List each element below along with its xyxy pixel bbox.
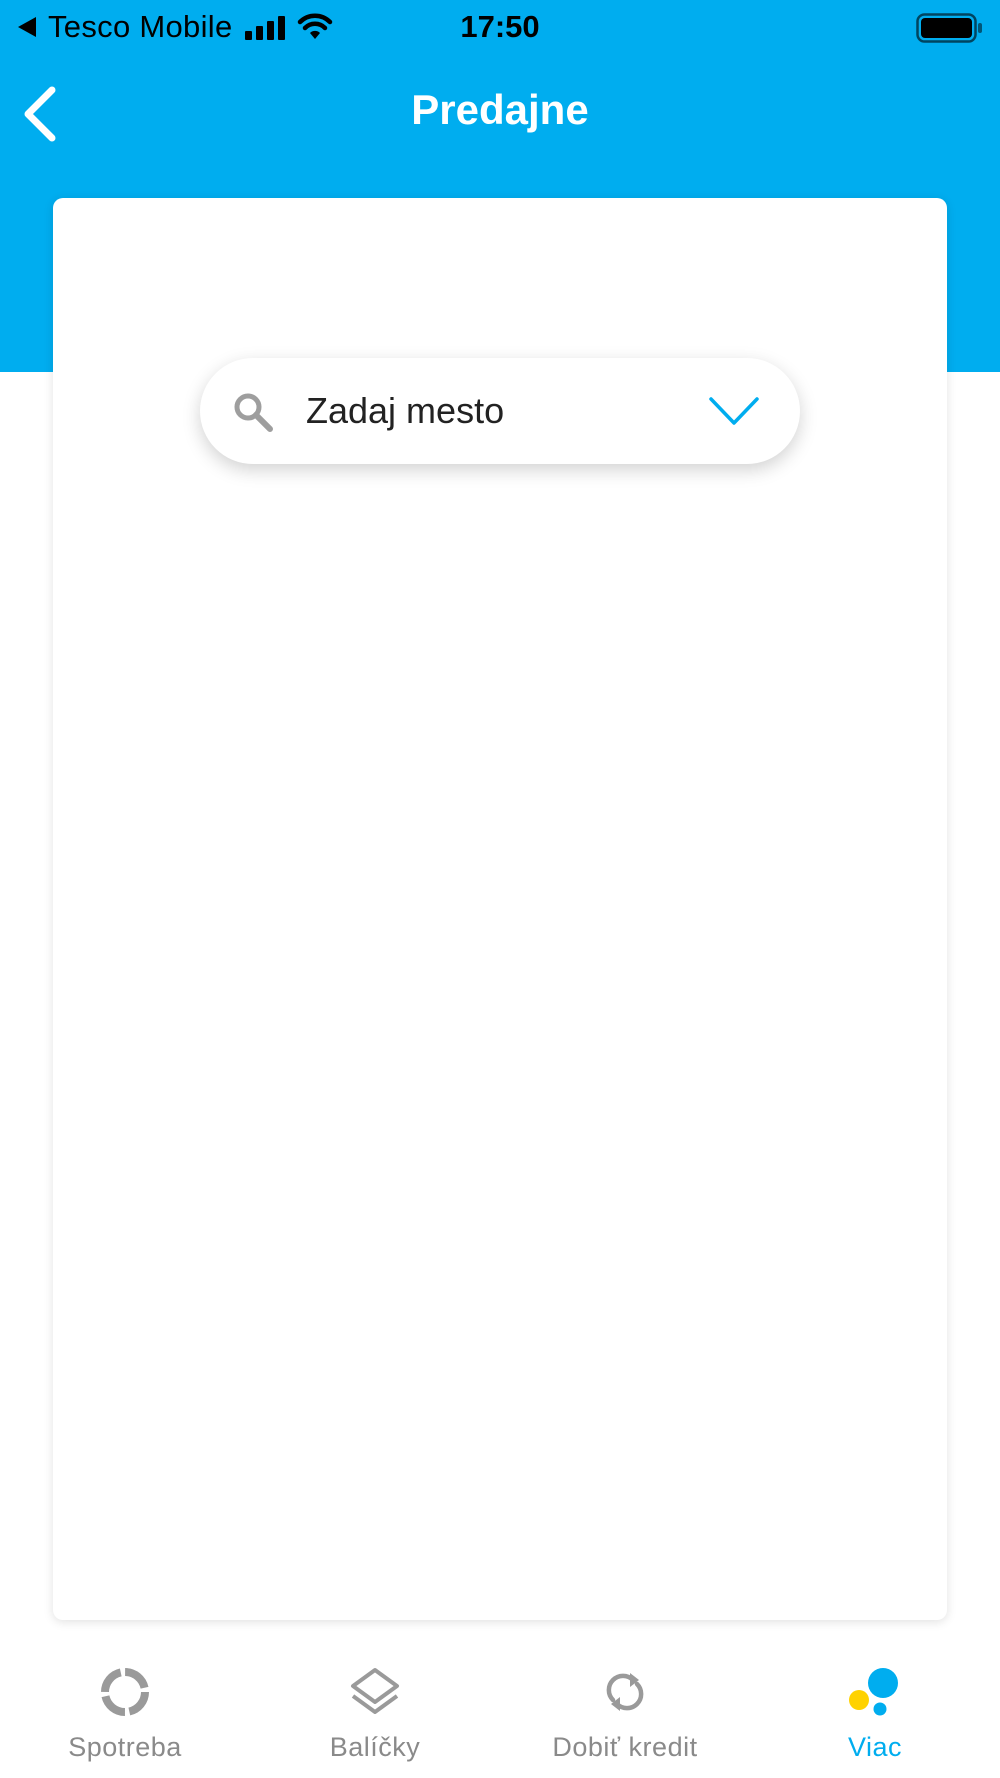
tab-balicky[interactable]: Balíčky	[250, 1640, 500, 1778]
stores-screen: Tesco Mobile 17:50 Predajne Zadaj mesto …	[0, 0, 1000, 1778]
search-icon	[234, 393, 273, 432]
tab-label: Viac	[847, 1732, 903, 1762]
tab-dobit-kredit[interactable]: Dobiť kredit	[500, 1640, 750, 1778]
usage-ring-icon	[101, 1668, 149, 1716]
tab-label: Dobiť kredit	[552, 1732, 698, 1762]
layers-icon	[351, 1668, 399, 1714]
clock: 17:50	[460, 9, 540, 44]
tab-bar: Spotreba Balíčky Dobiť kredit Viac	[0, 1640, 1000, 1778]
status-bar: Tesco Mobile 17:50	[0, 0, 1000, 56]
battery-icon	[916, 13, 982, 43]
tab-label: Spotreba	[68, 1732, 182, 1762]
tab-viac[interactable]: Viac	[750, 1640, 1000, 1778]
page-title: Predajne	[411, 86, 589, 133]
tab-spotreba[interactable]: Spotreba	[0, 1640, 250, 1778]
chevron-down-icon[interactable]	[708, 394, 760, 428]
tab-label: Balíčky	[329, 1732, 421, 1762]
more-dots-icon	[849, 1668, 898, 1716]
city-search-input[interactable]	[306, 386, 686, 436]
refresh-icon	[606, 1673, 644, 1711]
city-search-dropdown[interactable]	[200, 358, 800, 464]
